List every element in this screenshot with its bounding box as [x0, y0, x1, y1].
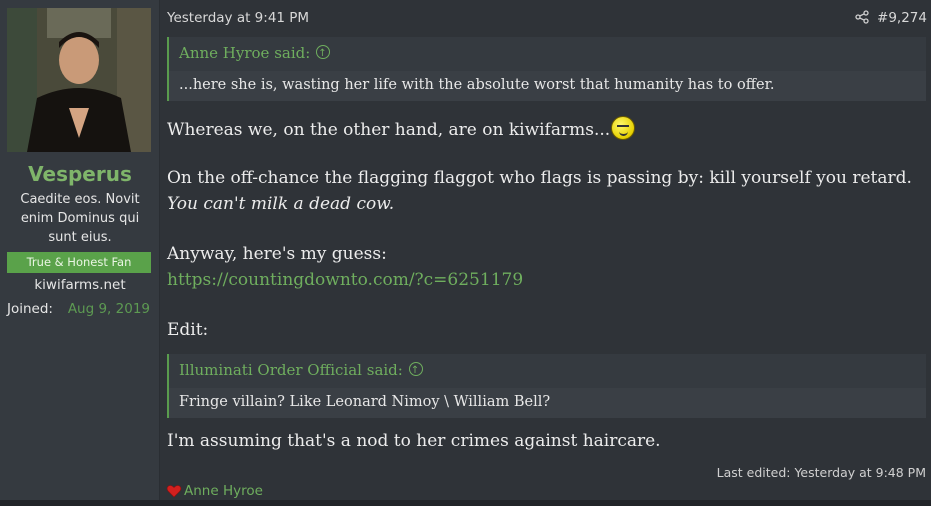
author-sidebar: Vesperus Caedite eos. Novit enim Dominus… [0, 0, 160, 506]
post-line: Whereas we, on the other hand, are on ki… [167, 116, 636, 140]
user-banner: True & Honest Fan [7, 252, 151, 273]
smug-smiley-icon [611, 116, 636, 140]
arrow-up-circle-icon[interactable] [316, 38, 331, 70]
quote-attribution[interactable]: Illuminati Order Official said: [179, 361, 403, 379]
quote-text: Fringe villain? Like Leonard Nimoy \ Wil… [179, 394, 551, 410]
avatar-portrait-image [7, 8, 151, 152]
post-date[interactable]: Yesterday at 9:41 PM [167, 10, 309, 26]
joined-label: Joined: [7, 301, 53, 317]
avatar[interactable] [7, 8, 151, 152]
quote-text: ...here she is, wasting her life with th… [179, 77, 775, 93]
post-number[interactable]: #9,274 [877, 10, 927, 26]
post-text: Edit: [167, 320, 209, 340]
post-link[interactable]: https://countingdownto.com/?c=6251179 [167, 270, 523, 290]
username[interactable]: Vesperus [0, 162, 160, 186]
joined-date: Aug 9, 2019 [67, 301, 150, 317]
post-text: I'm assuming that's a nod to her crimes … [167, 431, 661, 451]
post-text: Whereas we, on the other hand, are on ki… [167, 120, 611, 140]
heart-icon [166, 485, 182, 498]
reaction-user[interactable]: Anne Hyroe [184, 483, 263, 499]
reaction-bar[interactable]: Anne Hyroe [166, 483, 263, 499]
post-body: Yesterday at 9:41 PM #9,274 Anne Hyroe s… [160, 0, 931, 500]
quote-block: Illuminati Order Official said: Fringe v… [167, 354, 926, 418]
last-edited: Last edited: Yesterday at 9:48 PM [716, 465, 926, 480]
arrow-up-circle-icon[interactable] [408, 355, 423, 387]
user-title: Caedite eos. Novit enim Dominus qui sunt… [20, 192, 140, 245]
user-website: kiwifarms.net [34, 277, 126, 293]
bottom-border [0, 500, 931, 506]
share-icon[interactable] [855, 10, 869, 24]
quote-block: Anne Hyroe said: ...here she is, wasting… [167, 37, 926, 101]
post-text: On the off-chance the flagging flaggot w… [167, 168, 912, 188]
quote-attribution[interactable]: Anne Hyroe said: [179, 44, 310, 62]
post-text: Anyway, here's my guess: [167, 244, 387, 264]
post-text-italic: You can't milk a dead cow. [167, 194, 395, 214]
